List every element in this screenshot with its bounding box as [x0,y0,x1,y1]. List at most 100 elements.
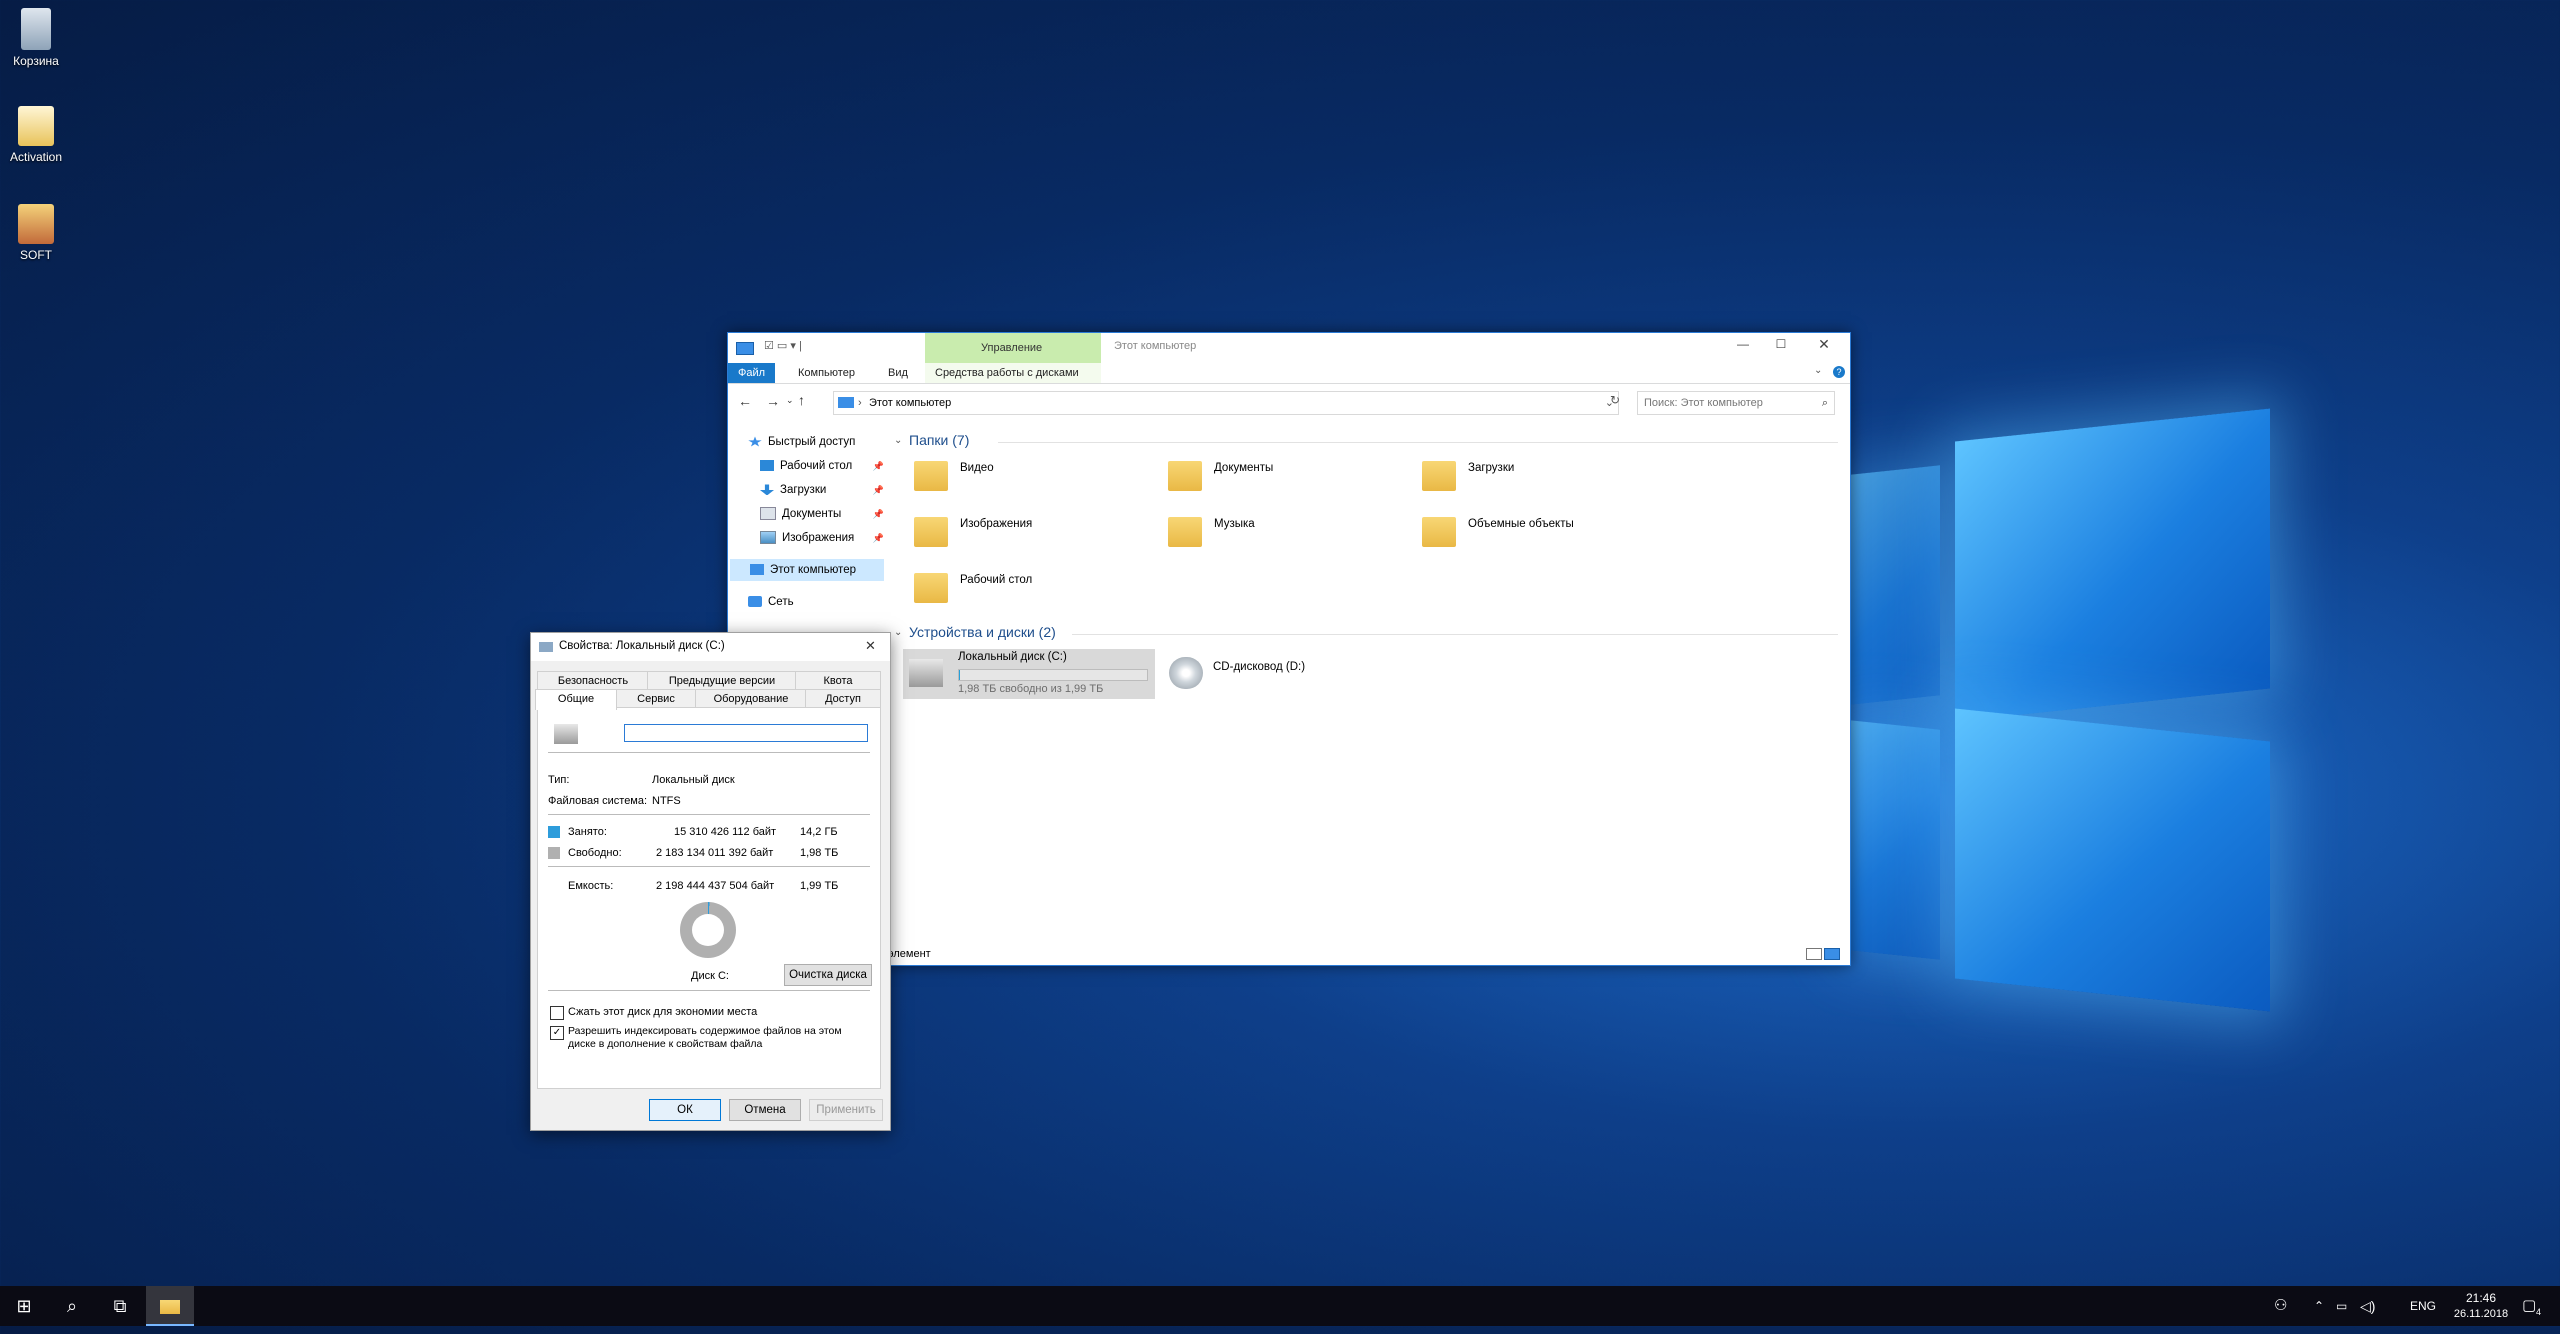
search-box[interactable]: Поиск: Этот компьютер ⌕ [1637,391,1835,415]
window-title: Этот компьютер [1114,340,1197,352]
start-windows-icon[interactable]: ⊞ [0,1286,48,1326]
explorer-titlebar: ☑ ▭ ▾ | Управление Этот компьютер — ☐ ✕ [728,333,1850,363]
compress-label: Сжать этот диск для экономии места [568,1006,758,1018]
folders-header[interactable]: Папки (7) [909,432,969,448]
nav-this-pc[interactable]: Этот компьютер [730,559,884,581]
divider [548,866,870,867]
refresh-icon[interactable]: ↻ [1610,393,1626,409]
pin-icon: 📌 [872,533,884,543]
pin-icon: 📌 [872,509,884,519]
notification-count: 4 [2536,1307,2542,1317]
volume-icon[interactable]: ◁) [2360,1286,2375,1326]
nav-label: Сеть [768,596,794,608]
tray-chevron-icon[interactable]: ⌃ [2314,1286,2324,1326]
folder-label: Рабочий стол [960,574,1033,586]
maximize-button[interactable]: ☐ [1766,337,1796,351]
folder-label: Документы [1214,462,1274,474]
free-bytes: 2 183 134 011 392 байт [656,847,774,859]
ribbon-tab-disk-tools[interactable]: Средства работы с дисками [925,363,1101,383]
file-explorer-taskbar-icon[interactable] [146,1286,194,1326]
nav-label: Документы [782,508,842,520]
drive-d-tile[interactable]: CD-дисковод (D:) [1163,649,1415,699]
desktop-icon-soft[interactable]: SOFT [0,204,72,262]
tab-hardware[interactable]: Оборудование [695,689,807,708]
computer-icon [838,397,854,408]
nav-documents[interactable]: Документы 📌 [760,503,890,525]
desktop-icon-activation[interactable]: Activation [0,106,72,164]
drive-c-tile[interactable]: Локальный диск (C:) 1,98 ТБ свободно из … [903,649,1155,699]
properties-dialog: Свойства: Локальный диск (C:) ✕ Безопасн… [530,632,891,1131]
nav-downloads[interactable]: Загрузки 📌 [760,479,890,501]
network-tray-icon[interactable]: ▭ [2336,1286,2347,1326]
search-icon[interactable]: ⌕ [48,1286,96,1326]
quick-access-toolbar[interactable]: ☑ ▭ ▾ | [764,339,802,352]
nav-desktop[interactable]: Рабочий стол 📌 [760,455,890,477]
drive-name: CD-дисковод (D:) [1213,661,1306,673]
free-label: Свободно: [568,847,622,859]
context-tab-label: Управление [981,342,1043,354]
capacity-size: 1,99 ТБ [800,880,839,892]
desktop-icon-recycle-bin[interactable]: Корзина [0,8,72,68]
documents-icon [760,507,776,521]
cancel-button[interactable]: Отмена [729,1099,801,1121]
close-button[interactable]: ✕ [1806,336,1842,353]
wallpaper-logo-pane [1850,465,1940,705]
close-button[interactable]: ✕ [865,638,876,654]
minimize-button[interactable]: — [1728,337,1758,351]
action-center-icon[interactable]: ▢ [2522,1286,2536,1326]
tab-security[interactable]: Безопасность [537,671,649,690]
pin-icon: 📌 [872,461,884,471]
task-view-icon[interactable]: ⧉ [96,1286,144,1326]
divider [548,814,870,815]
search-placeholder: Поиск: Этот компьютер [1644,397,1763,409]
ribbon-tabs: Файл Компьютер Вид Средства работы с дис… [728,363,1850,384]
folder-label: Загрузки [1468,462,1515,474]
nav-network[interactable]: Сеть [748,591,794,613]
address-bar[interactable]: › Этот компьютер ⌄ [833,391,1619,415]
cd-drive-icon [1169,657,1203,689]
tab-sharing[interactable]: Доступ [805,689,881,708]
nav-quick-access[interactable]: Быстрый доступ [748,431,855,453]
clock-date[interactable]: 26.11.2018 [2448,1294,2514,1334]
people-icon[interactable]: ⚇ [2274,1286,2287,1326]
used-size: 14,2 ГБ [800,826,838,838]
ribbon-tab-file[interactable]: Файл [728,363,776,383]
nav-pictures[interactable]: Изображения 📌 [760,527,890,549]
recent-dropdown-icon[interactable]: ⌄ [786,395,794,406]
tab-tools[interactable]: Сервис [615,689,697,708]
ribbon-tab-view[interactable]: Вид [878,363,918,383]
capacity-label: Емкость: [568,880,614,892]
volume-name-input[interactable] [624,724,868,742]
disk-cleanup-button[interactable]: Очистка диска [784,964,872,986]
details-view-icon[interactable] [1806,948,1822,960]
ok-button[interactable]: ОК [649,1099,721,1121]
devices-header[interactable]: Устройства и диски (2) [909,624,1056,640]
ribbon-tab-computer[interactable]: Компьютер [788,363,865,383]
folder-label: Изображения [960,518,1033,530]
collapse-chevron-icon[interactable]: ⌄ [894,435,902,446]
tab-general[interactable]: Общие [535,689,617,710]
used-bytes: 15 310 426 112 байт [674,826,777,838]
windows-drive-icon [909,659,943,687]
help-icon[interactable]: ? [1833,366,1845,378]
taskbar: ⊞ ⌕ ⧉ ⚇ ⌃ ▭ ◁) ENG 21:46 26.11.2018 ▢ 4 [0,1286,2560,1326]
back-arrow-icon[interactable]: ← [738,393,752,409]
ribbon-expand-icon[interactable]: ⌄ [1814,365,1822,376]
archive-icon [18,204,54,244]
tab-quota[interactable]: Квота [795,671,881,690]
tiles-view-icon[interactable] [1824,948,1840,960]
folder-icon [160,1300,180,1315]
index-checkbox[interactable]: ✓ [550,1026,564,1040]
language-indicator[interactable]: ENG [2410,1286,2436,1326]
up-arrow-icon[interactable]: ↑ [798,392,805,408]
3d-objects-folder-icon [1422,517,1456,547]
type-label: Тип: [548,774,570,786]
tab-previous-versions[interactable]: Предыдущие версии [647,671,797,690]
collapse-chevron-icon[interactable]: ⌄ [894,627,902,638]
apply-button[interactable]: Применить [809,1099,883,1121]
explorer-window: ☑ ▭ ▾ | Управление Этот компьютер — ☐ ✕ … [727,332,1851,966]
compress-checkbox[interactable] [550,1006,564,1020]
address-text: Этот компьютер [869,397,952,409]
forward-arrow-icon[interactable]: → [766,393,780,409]
nav-label: Изображения [782,532,855,544]
